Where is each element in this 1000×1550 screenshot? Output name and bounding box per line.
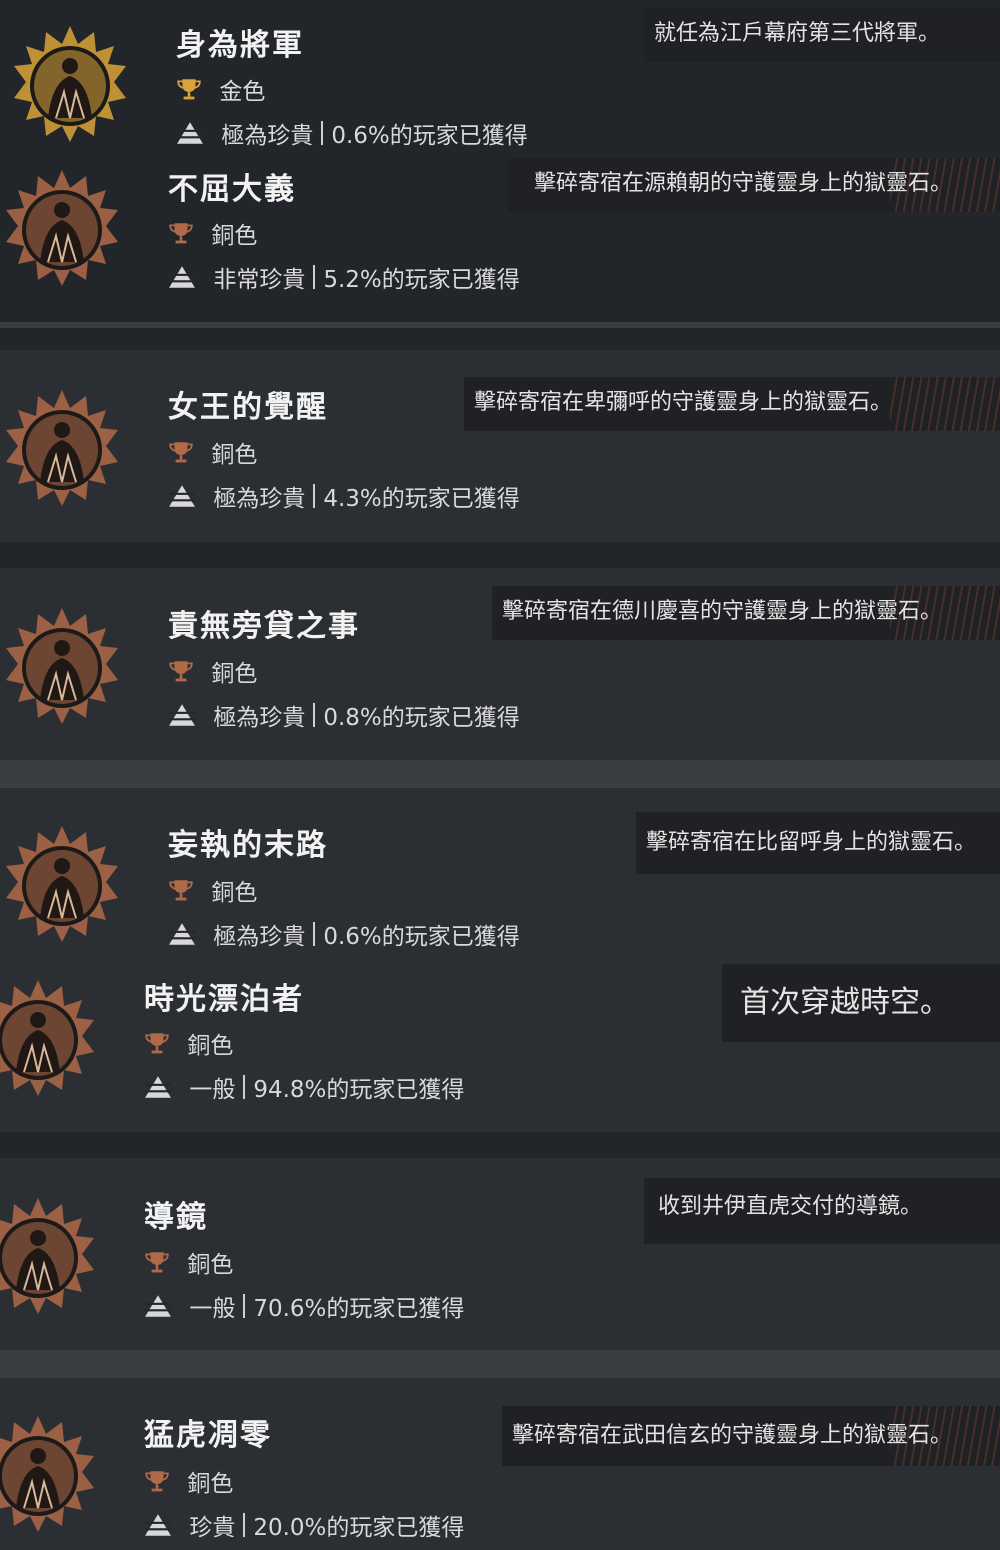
- earned-percent: 70.6%的玩家已獲得: [253, 1296, 465, 1322]
- earned-percent: 0.6%的玩家已獲得: [323, 924, 520, 950]
- bronze-trophy-icon: [144, 1249, 170, 1275]
- achievement-description: 擊碎寄宿在武田信玄的守護靈身上的獄靈石。: [502, 1406, 1000, 1466]
- rarity-pyramid-icon: [168, 922, 196, 946]
- earned-percent: 94.8%的玩家已獲得: [253, 1077, 465, 1103]
- bronze-trophy-icon: [168, 877, 194, 903]
- bronze-trophy-icon: [144, 1468, 170, 1494]
- achievement-title: 時光漂泊者: [144, 982, 304, 1017]
- demon-emblem-icon: [0, 822, 124, 946]
- rarity-pyramid-icon: [176, 121, 204, 145]
- rarity-row: 珍貴 20.0%的玩家已獲得: [144, 1508, 464, 1542]
- trophy-label: 金色: [219, 79, 266, 105]
- achievement-title: 女王的覺醒: [168, 390, 328, 425]
- rarity-pyramid-icon: [144, 1513, 172, 1537]
- earned-percent: 4.3%的玩家已獲得: [323, 486, 520, 512]
- achievement-title: 妄執的末路: [168, 828, 328, 863]
- bronze-trophy-icon: [144, 1030, 170, 1056]
- rarity-pyramid-icon: [168, 265, 196, 289]
- spirit-emblem-icon: [0, 976, 100, 1100]
- trophy-grade: 銅色: [144, 1026, 233, 1060]
- trophy-label: 銅色: [211, 661, 258, 687]
- trophy-label: 銅色: [187, 1471, 234, 1497]
- trophy-label: 銅色: [211, 880, 258, 906]
- achievement-description: 擊碎寄宿在源賴朝的守護靈身上的獄靈石。: [508, 158, 1000, 212]
- earned-percent: 0.6%的玩家已獲得: [331, 123, 528, 149]
- rarity-label: 極為珍貴: [213, 924, 306, 950]
- rarity-pyramid-icon: [144, 1294, 172, 1318]
- achievement-description: 擊碎寄宿在德川慶喜的守護靈身上的獄靈石。: [492, 586, 1000, 640]
- rarity-row: 極為珍貴 0.6%的玩家已獲得: [176, 116, 528, 150]
- rarity-label: 珍貴: [189, 1515, 236, 1541]
- rarity-row: 一般 94.8%的玩家已獲得: [144, 1070, 464, 1104]
- trophy-label: 銅色: [211, 442, 258, 468]
- rarity-row: 一般 70.6%的玩家已獲得: [144, 1289, 464, 1323]
- trophy-grade: 銅色: [144, 1245, 233, 1279]
- bronze-trophy-icon: [168, 658, 194, 684]
- divider: [0, 1132, 1000, 1158]
- achievement-title: 身為將軍: [176, 28, 304, 63]
- bronze-trophy-icon: [168, 439, 194, 465]
- shogun-emblem-icon: [8, 22, 132, 146]
- divider: [0, 1350, 1000, 1378]
- achievement-description: 擊碎寄宿在卑彌呼的守護靈身上的獄靈石。: [464, 377, 1000, 431]
- rarity-pyramid-icon: [168, 703, 196, 727]
- rarity-row: 極為珍貴 0.8%的玩家已獲得: [168, 698, 520, 732]
- queen-emblem-icon: [0, 386, 124, 510]
- rarity-label: 極為珍貴: [221, 123, 314, 149]
- trophy-label: 銅色: [187, 1033, 234, 1059]
- lord-emblem-icon: [0, 604, 124, 728]
- achievement-description: 擊碎寄宿在比留呼身上的獄靈石。: [636, 812, 1000, 874]
- rarity-label: 一般: [189, 1077, 236, 1103]
- achievement-title: 猛虎凋零: [144, 1418, 272, 1453]
- trophy-grade: 銅色: [168, 873, 257, 907]
- rarity-label: 一般: [189, 1296, 236, 1322]
- rarity-label: 極為珍貴: [213, 486, 306, 512]
- trophy-grade: 金色: [176, 72, 265, 106]
- divider: [0, 328, 1000, 350]
- rarity-pyramid-icon: [168, 484, 196, 508]
- rarity-row: 極為珍貴 4.3%的玩家已獲得: [168, 479, 520, 513]
- gold-trophy-icon: [176, 76, 202, 102]
- divider: [0, 542, 1000, 568]
- rarity-row: 非常珍貴 5.2%的玩家已獲得: [168, 260, 520, 294]
- achievement-description: 收到井伊直虎交付的導鏡。: [644, 1178, 1000, 1244]
- rarity-pyramid-icon: [144, 1075, 172, 1099]
- warrior-emblem-icon: [0, 166, 124, 290]
- bronze-trophy-icon: [168, 220, 194, 246]
- trophy-label: 銅色: [211, 223, 258, 249]
- rarity-label: 非常珍貴: [213, 267, 306, 293]
- trophy-grade: 銅色: [168, 216, 257, 250]
- achievement-title: 不屈大義: [168, 172, 296, 207]
- achievement-title: 責無旁貸之事: [168, 609, 360, 644]
- tiger-emblem-icon: [0, 1412, 100, 1536]
- trophy-grade: 銅色: [144, 1464, 233, 1498]
- mirror-emblem-icon: [0, 1194, 100, 1318]
- trophy-label: 銅色: [187, 1252, 234, 1278]
- trophy-grade: 銅色: [168, 654, 257, 688]
- earned-percent: 5.2%的玩家已獲得: [323, 267, 520, 293]
- rarity-label: 極為珍貴: [213, 705, 306, 731]
- achievement-title: 導鏡: [144, 1200, 208, 1235]
- achievement-description: 首次穿越時空。: [722, 964, 1000, 1042]
- rarity-row: 極為珍貴 0.6%的玩家已獲得: [168, 917, 520, 951]
- earned-percent: 0.8%的玩家已獲得: [323, 705, 520, 731]
- divider: [0, 760, 1000, 788]
- trophy-grade: 銅色: [168, 435, 257, 469]
- achievement-description: 就任為江戶幕府第三代將軍。: [644, 8, 1000, 62]
- earned-percent: 20.0%的玩家已獲得: [253, 1515, 465, 1541]
